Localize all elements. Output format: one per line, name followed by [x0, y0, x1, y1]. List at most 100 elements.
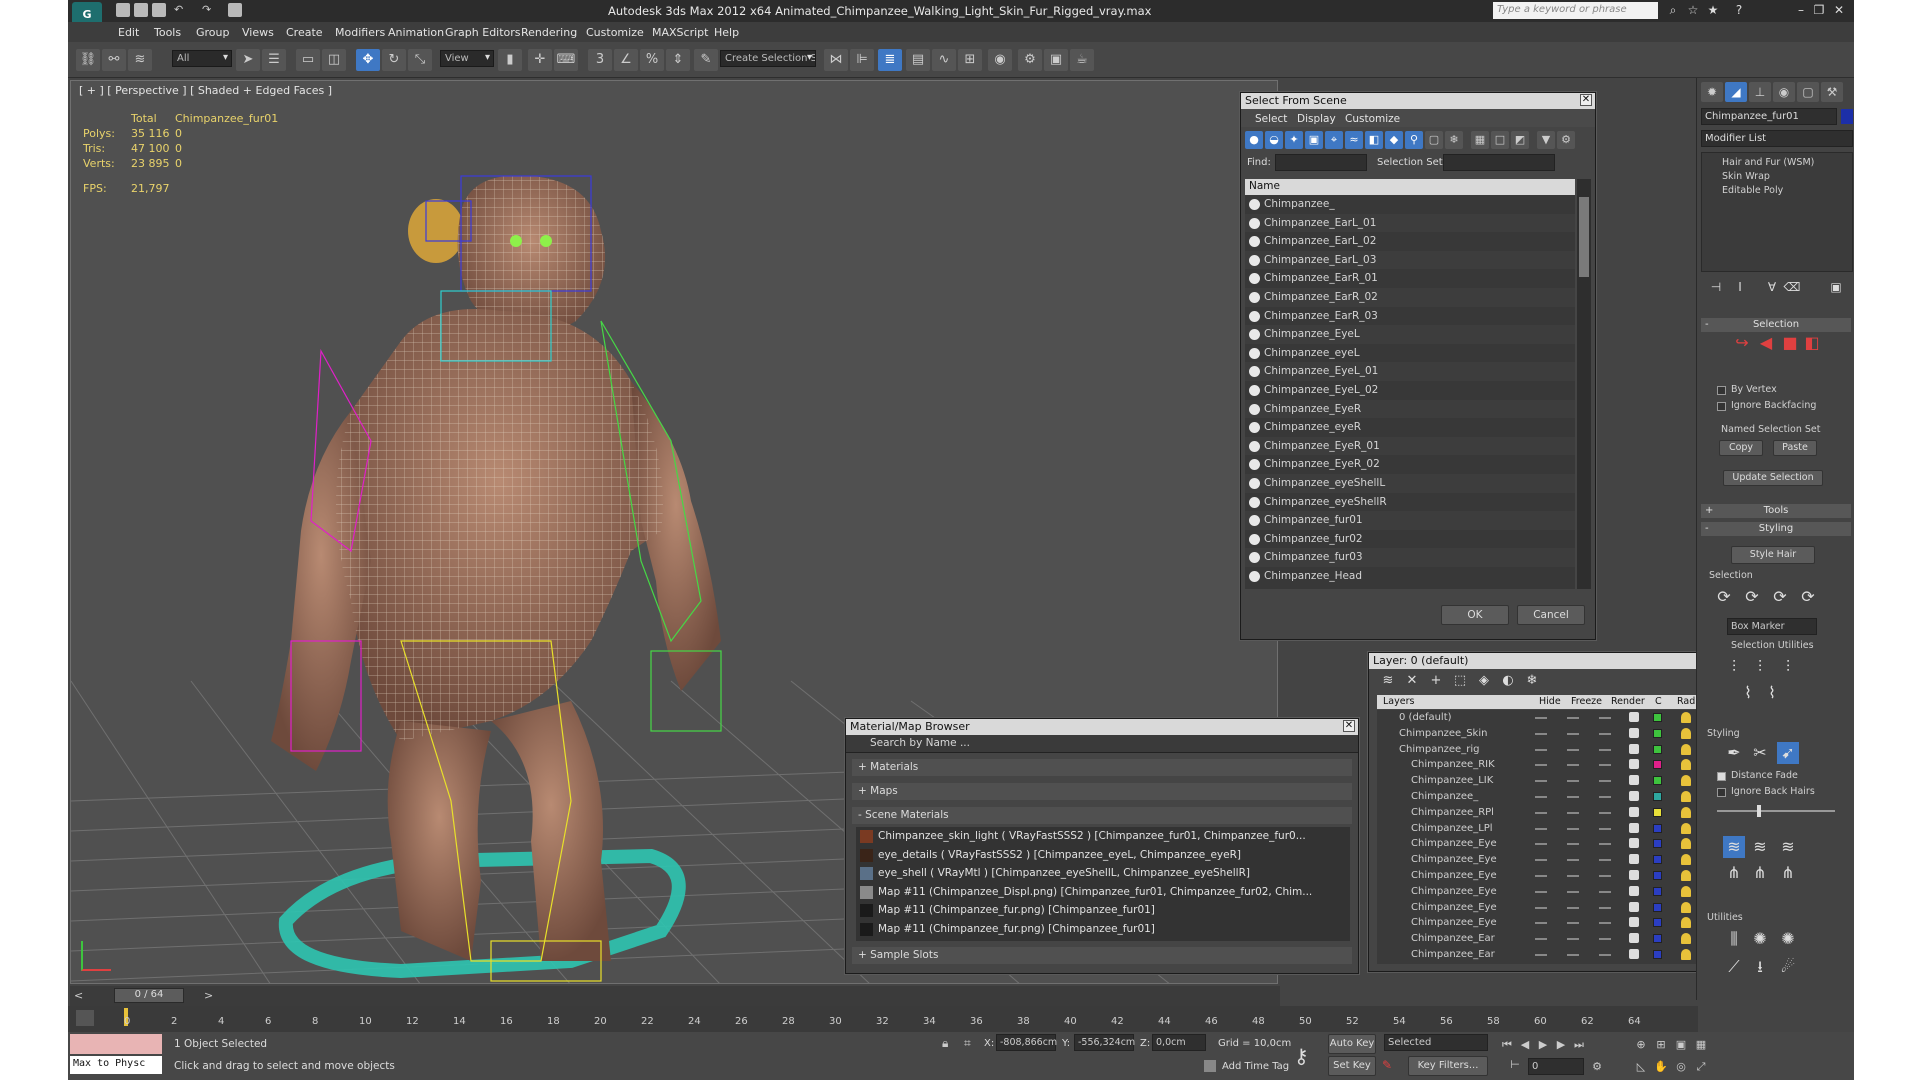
list-item[interactable]: Chimpanzee_eyeL [1245, 344, 1575, 363]
guides-selection-icon[interactable]: ↪ [1731, 332, 1753, 354]
browser-search-input[interactable]: Search by Name ... [846, 735, 1358, 753]
layer-toggle[interactable] [1567, 906, 1579, 909]
layer-toggle[interactable] [1599, 906, 1611, 909]
window-crossing-icon[interactable]: ◫ [322, 49, 346, 71]
render-teapot-icon[interactable] [1629, 854, 1639, 865]
set-key-button[interactable]: Set Key [1328, 1056, 1376, 1076]
attenuate-icon[interactable]: ⫼ [1723, 928, 1745, 950]
layer-toggle[interactable] [1567, 874, 1579, 877]
render-teapot-icon[interactable] [1629, 948, 1639, 959]
materials-group[interactable]: + Materials [852, 759, 1352, 776]
layer-toggle[interactable] [1599, 811, 1611, 814]
render-setup-icon[interactable]: ⚙ [1018, 49, 1042, 71]
display-geometry-icon[interactable]: ● [1245, 131, 1263, 149]
layer-color-swatch[interactable] [1653, 886, 1662, 896]
col-hide[interactable]: Hide [1539, 696, 1561, 707]
zoom-extents-all-icon[interactable]: ▦ [1694, 1038, 1708, 1052]
track-bar-icon[interactable] [76, 1010, 94, 1026]
time-slider[interactable]: < 0 / 64 > [70, 986, 1280, 1006]
spinner-snap-icon[interactable]: ⇕ [666, 49, 690, 71]
lock-selection-icon[interactable]: 🔒︎ [942, 1036, 948, 1051]
layer-toggle[interactable] [1567, 717, 1579, 719]
list-item[interactable]: Chimpanzee_EyeL_02 [1245, 381, 1575, 400]
absolute-mode-icon[interactable]: ⌗ [964, 1036, 971, 1051]
hide-selected-icon[interactable]: ⌇ [1737, 682, 1759, 704]
layer-row[interactable]: Chimpanzee_Skin [1377, 726, 1709, 742]
key-mode-dropdown[interactable]: Selected [1384, 1034, 1488, 1051]
current-frame-input[interactable]: 0 [1528, 1058, 1584, 1075]
highlight-layer-icon[interactable]: ◈ [1473, 670, 1495, 692]
time-slider-prev[interactable]: < [74, 989, 83, 1002]
time-tag-icon[interactable] [1204, 1060, 1216, 1072]
col-render[interactable]: Render [1611, 696, 1645, 707]
create-tab-icon[interactable]: ✹ [1701, 82, 1723, 102]
layer-toggle[interactable] [1535, 795, 1547, 798]
puff-hair-icon[interactable]: ≋ [1777, 836, 1799, 858]
display-frozen-icon[interactable]: ❄ [1445, 131, 1463, 149]
layer-toggle[interactable] [1567, 732, 1579, 735]
list-item[interactable]: Chimpanzee_EyeL_01 [1245, 362, 1575, 381]
radiosity-icon[interactable] [1681, 869, 1691, 881]
layer-row[interactable]: Chimpanzee_Eye [1377, 884, 1709, 900]
scale-hair-icon[interactable]: ⋔ [1777, 862, 1799, 884]
material-item[interactable]: Map #11 (Chimpanzee_fur.png) [Chimpanzee… [856, 901, 1350, 920]
layer-toggle[interactable] [1567, 780, 1579, 783]
display-lights-icon[interactable]: ✦ [1285, 131, 1303, 149]
layer-color-swatch[interactable] [1653, 918, 1662, 928]
layer-toggle[interactable] [1599, 732, 1611, 735]
menu-select[interactable]: Select [1255, 113, 1287, 125]
favorites-icon[interactable]: ★ [1706, 3, 1720, 17]
list-scrollbar[interactable] [1577, 179, 1591, 589]
paste-button[interactable]: Paste [1773, 440, 1817, 456]
list-item[interactable]: Chimpanzee_eyeShellL [1245, 473, 1575, 493]
object-name-input[interactable]: Chimpanzee_fur01 [1701, 108, 1837, 125]
render-teapot-icon[interactable] [1629, 933, 1639, 944]
list-item[interactable]: Chimpanzee_EyeR_02 [1245, 455, 1575, 474]
layer-toggle[interactable] [1567, 827, 1579, 830]
ignore-back-hairs-checkbox[interactable] [1717, 788, 1726, 797]
layer-toggle[interactable] [1567, 922, 1579, 925]
field-of-view-icon[interactable]: ◺ [1634, 1060, 1648, 1074]
radiosity-icon[interactable] [1681, 712, 1691, 723]
layer-color-swatch[interactable] [1653, 791, 1662, 801]
modify-tab-icon[interactable]: ◢ [1725, 82, 1747, 102]
select-move-icon[interactable]: ✥ [356, 49, 380, 71]
layer-toggle[interactable] [1567, 890, 1579, 893]
layer-toggle[interactable] [1567, 953, 1579, 956]
find-input[interactable] [1275, 154, 1367, 171]
display-cameras-icon[interactable]: ▣ [1305, 131, 1323, 149]
layer-toggle[interactable] [1567, 795, 1579, 798]
layer-row[interactable]: Chimpanzee_LPl [1377, 821, 1709, 837]
edit-named-selection-icon[interactable]: ✎ [694, 49, 718, 71]
layer-row[interactable]: Chimpanzee_Eye [1377, 915, 1709, 931]
stack-item-hair-and-fur[interactable]: Hair and Fur (WSM) [1722, 157, 1814, 168]
select-invert-icon[interactable]: ◩ [1511, 131, 1529, 149]
layer-color-swatch[interactable] [1653, 855, 1662, 865]
layer-toggle[interactable] [1567, 938, 1579, 941]
select-rotate-icon[interactable]: ↻ [382, 49, 406, 71]
layer-toggle[interactable] [1599, 874, 1611, 877]
layer-toggle[interactable] [1599, 827, 1611, 830]
layer-row[interactable]: Chimpanzee_Ear [1377, 931, 1709, 947]
list-item[interactable]: Chimpanzee_EarL_01 [1245, 213, 1575, 233]
display-helpers-icon[interactable]: ⌖ [1325, 131, 1343, 149]
element-selection-icon[interactable]: ◧ [1801, 332, 1823, 354]
list-item[interactable]: Chimpanzee_ [1245, 195, 1575, 214]
layer-toggle[interactable] [1535, 811, 1547, 814]
bind-space-warp-icon[interactable]: ≋ [128, 49, 152, 71]
layer-toggle[interactable] [1599, 780, 1611, 783]
maps-group[interactable]: + Maps [852, 783, 1352, 800]
previous-frame-icon[interactable]: ◀ [1518, 1038, 1532, 1052]
invert-selection-icon[interactable]: ⫶ [1723, 656, 1745, 678]
redo-icon[interactable]: ↷ [202, 3, 216, 17]
menu-tools[interactable]: Tools [154, 26, 181, 39]
display-tab-icon[interactable]: ▢ [1797, 82, 1819, 102]
material-item[interactable]: Chimpanzee_skin_light ( VRayFastSSS2 ) [… [856, 827, 1350, 846]
open-file-icon[interactable] [134, 3, 148, 17]
selection-rollout-header[interactable]: - Selection [1701, 318, 1851, 332]
translate-hair-icon[interactable]: ≋ [1723, 836, 1745, 858]
hair-select-ends-icon[interactable]: ⟳ [1741, 586, 1763, 608]
layer-toggle[interactable] [1535, 874, 1547, 877]
pivot-center-icon[interactable]: ▮ [498, 49, 522, 71]
mini-listener-input[interactable]: Max to Physc [70, 1056, 162, 1074]
